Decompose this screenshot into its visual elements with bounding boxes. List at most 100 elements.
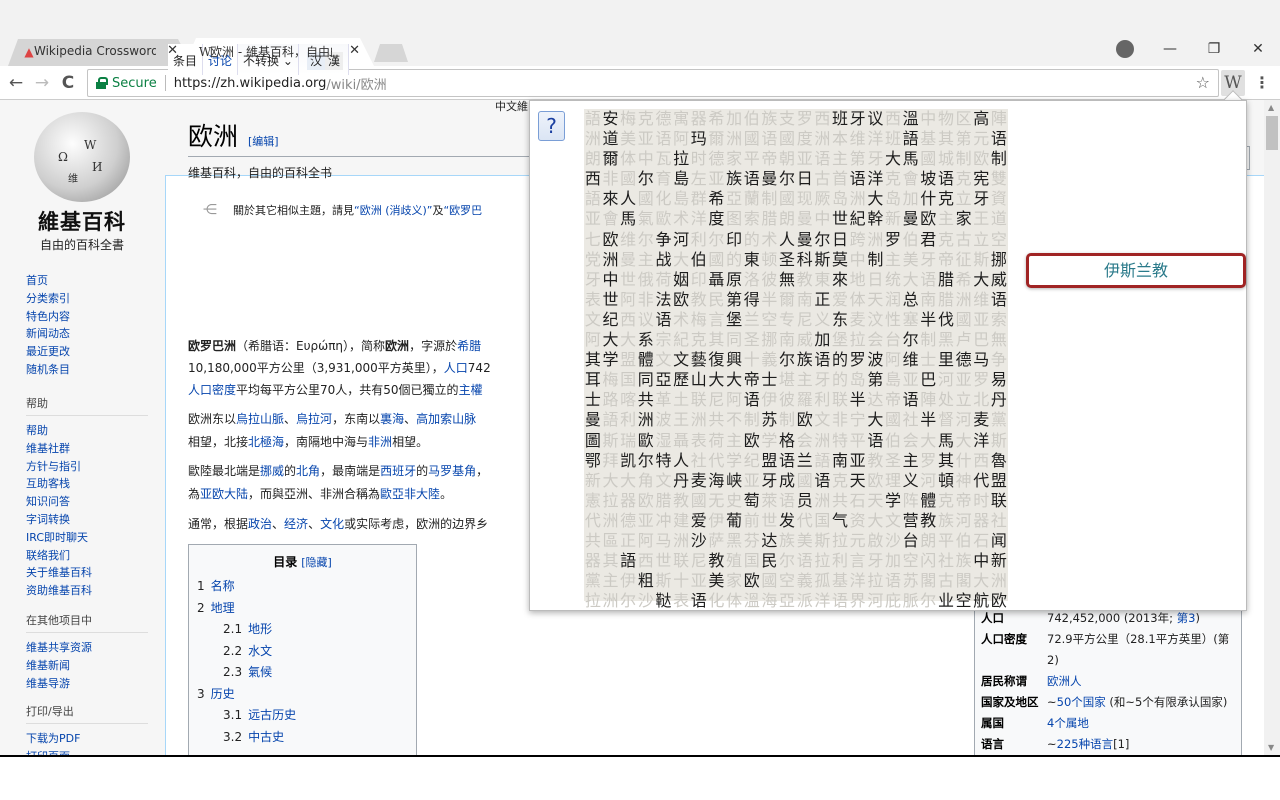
grid-cell[interactable]: 麦 [849,310,867,330]
grid-cell-found[interactable]: 主 [902,451,920,471]
grid-cell-found[interactable]: 格 [778,431,796,451]
grid-cell[interactable]: 半 [761,290,779,310]
grid-cell-found[interactable]: 中 [972,551,990,571]
grid-cell[interactable]: 尼 [690,551,708,571]
article-link[interactable]: 文化 [320,517,344,531]
article-link[interactable]: 高加索山脉 [416,412,476,426]
grid-cell-found[interactable]: 半 [919,310,937,330]
grid-cell[interactable]: 十 [743,350,761,370]
grid-cell-found[interactable]: 大 [867,189,885,209]
grid-cell[interactable]: 语 [919,270,937,290]
grid-cell[interactable]: 陣 [919,390,937,410]
grid-cell-found[interactable]: 什 [919,189,937,209]
grid-cell[interactable]: 征 [955,250,973,270]
grid-cell[interactable]: 會 [902,169,920,189]
grid-cell[interactable]: 时 [690,149,708,169]
grid-cell[interactable]: 閣 [955,571,973,591]
grid-cell[interactable]: 河 [955,511,973,531]
grid-cell-found[interactable]: 印 [725,230,743,250]
toc-link[interactable]: 地理 [211,601,235,615]
grid-cell[interactable]: 西 [884,109,902,129]
grid-cell[interactable]: 表 [584,290,602,310]
grid-cell-found[interactable]: 丹 [672,471,690,491]
grid-cell[interactable]: 主 [637,250,655,270]
europa-link[interactable]: “欧罗巴 [443,202,482,218]
grid-cell[interactable]: 代 [584,511,602,531]
grid-cell[interactable]: 区 [955,109,973,129]
page-scrollbar[interactable]: ▲ ▼ [1264,100,1280,755]
grid-cell[interactable]: 克 [884,169,902,189]
disambiguation-link[interactable]: “欧洲 (消歧义)” [354,202,432,218]
grid-cell[interactable]: 梅 [690,310,708,330]
grid-cell[interactable]: 會 [602,209,620,229]
sidebar-link[interactable]: 字词转换 [26,511,148,529]
grid-cell-found[interactable]: 语 [814,350,832,370]
grid-cell-found[interactable]: 人 [672,451,690,471]
grid-cell[interactable]: 党 [584,250,602,270]
grid-cell[interactable]: 不 [725,410,743,430]
grid-cell[interactable]: 中 [637,149,655,169]
grid-cell[interactable]: 群 [690,189,708,209]
infobox-link[interactable]: 4个属地 [1047,716,1089,730]
grid-cell-found[interactable]: 维 [902,350,920,370]
grid-cell[interactable]: 前 [743,511,761,531]
infobox-link[interactable]: 欧洲人 [1047,674,1082,688]
grid-cell-found[interactable]: 里 [937,350,955,370]
grid-cell-found[interactable]: 第 [725,290,743,310]
infobox-link[interactable]: 50个国家 [1057,695,1106,709]
tab-wikipedia-crossword[interactable]: ▲ Wikipedia Crossword - E ✕ [8,36,192,66]
grid-cell[interactable]: 國 [690,491,708,511]
grid-cell[interactable]: 朗 [584,149,602,169]
grid-cell[interactable]: 器 [619,491,637,511]
grid-cell[interactable]: 寓 [672,109,690,129]
grid-cell[interactable]: 的 [831,370,849,390]
grid-cell-found[interactable]: 第 [867,370,885,390]
grid-cell[interactable]: 岛 [849,370,867,390]
grid-cell-found[interactable]: 爾 [602,149,620,169]
grid-cell[interactable]: 罗 [919,451,937,471]
grid-cell-found[interactable]: 家 [955,209,973,229]
edit-link[interactable]: [编辑] [248,135,279,148]
grid-cell[interactable]: 中 [849,250,867,270]
grid-cell-found[interactable]: 大 [972,270,990,290]
grid-cell[interactable]: 顿 [761,250,779,270]
grid-cell[interactable]: 國 [778,129,796,149]
grid-cell-found[interactable]: 鄂 [584,451,602,471]
grid-cell-found[interactable]: 学 [602,350,620,370]
grid-cell[interactable]: 大 [955,431,973,451]
grid-cell[interactable]: 共 [584,531,602,551]
grid-cell-found[interactable]: 度 [708,209,726,229]
grid-cell[interactable]: 海 [761,591,779,611]
grid-cell-found[interactable]: 興 [725,350,743,370]
grid-cell[interactable]: 维 [849,129,867,149]
grid-cell[interactable]: 克 [955,169,973,189]
grid-cell[interactable]: 洲 [955,290,973,310]
grid-cell[interactable]: 伊 [708,511,726,531]
grid-cell[interactable]: 印 [690,270,708,290]
grid-cell[interactable]: 亞 [725,189,743,209]
grid-cell-found[interactable]: 宪 [972,169,990,189]
grid-cell-found[interactable]: 大 [725,370,743,390]
grid-cell[interactable]: 冲 [655,511,673,531]
minimize-button[interactable]: — [1148,36,1192,62]
grid-cell-found[interactable]: 得 [743,290,761,310]
grid-cell-found[interactable]: 系 [637,330,655,350]
grid-cell-found[interactable]: 斯 [814,250,832,270]
grid-cell[interactable]: 族 [937,511,955,531]
grid-cell[interactable]: 语 [814,149,832,169]
grid-cell-found[interactable]: 堡 [725,310,743,330]
grid-cell-found[interactable]: 溫 [902,109,920,129]
grid-cell-found[interactable]: 语 [902,390,920,410]
grid-cell-found[interactable]: 洋 [972,431,990,451]
grid-cell[interactable]: 特 [831,431,849,451]
grid-cell-found[interactable]: 圖 [584,431,602,451]
grid-cell[interactable]: 尼 [708,390,726,410]
grid-cell-found[interactable]: 德 [955,350,973,370]
grid-cell[interactable]: 基 [919,129,937,149]
grid-cell[interactable]: 歐 [655,209,673,229]
grid-cell[interactable]: 亚 [902,370,920,390]
grid-cell[interactable]: 督 [937,410,955,430]
grid-cell[interactable]: 國 [761,571,779,591]
grid-cell[interactable]: 牙 [584,270,602,290]
grid-cell[interactable]: 陣 [990,109,1008,129]
